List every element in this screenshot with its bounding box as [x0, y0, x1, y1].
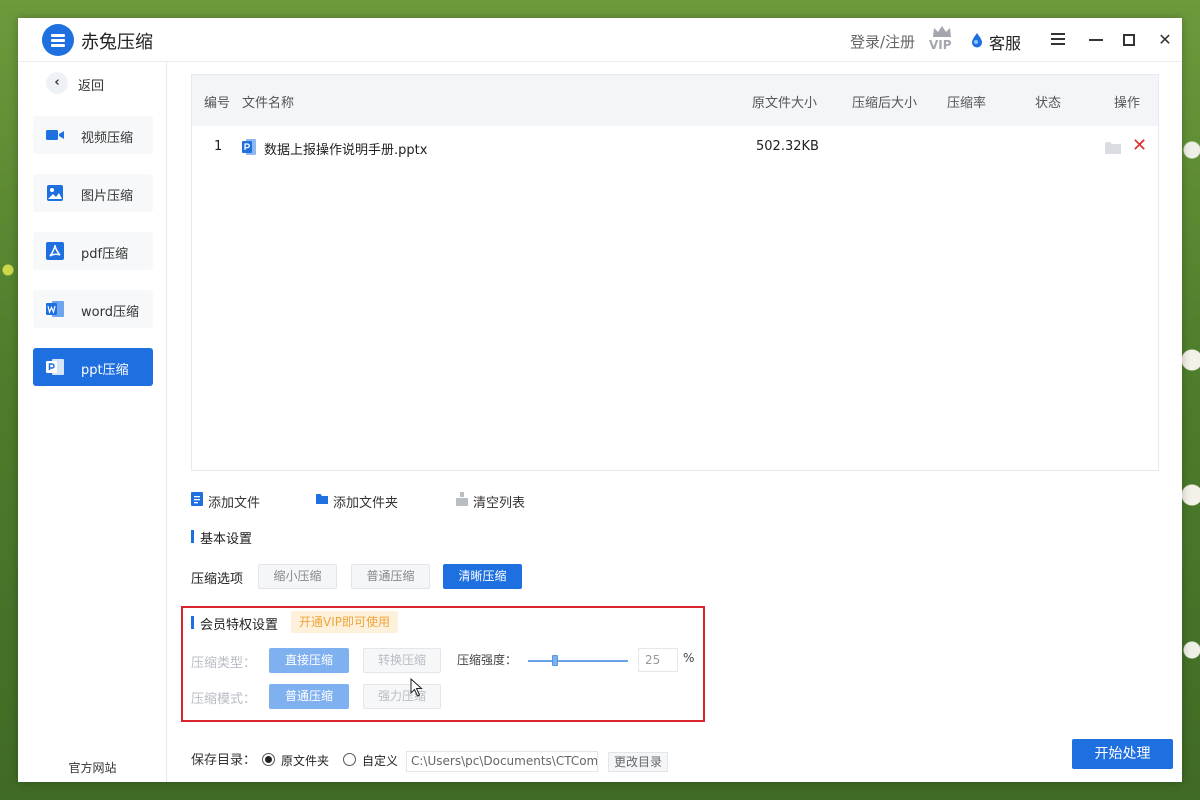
direct-compress-button[interactable]: 直接压缩	[269, 648, 349, 673]
column-header-original-size: 原文件大小	[752, 96, 818, 111]
normal-compress-button[interactable]: 普通压缩	[351, 564, 430, 589]
sidebar: ‹ 返回 视频压缩 图片压缩 pdf压缩 word压缩 ppt压缩 官方网站	[18, 62, 167, 782]
back-label: 返回	[78, 79, 105, 94]
app-logo-icon	[42, 24, 74, 56]
strong-mode-button[interactable]: 强力压缩	[363, 684, 441, 709]
image-icon	[47, 185, 63, 201]
service-drop-icon	[972, 33, 982, 48]
compression-option-label: 压缩选项	[191, 572, 244, 587]
custom-folder-radio[interactable]	[343, 753, 356, 766]
normal-mode-button[interactable]: 普通压缩	[269, 684, 349, 709]
customer-service-link[interactable]: 客服	[989, 30, 1021, 54]
sidebar-item-word[interactable]: word压缩	[33, 290, 153, 328]
column-header-index: 编号	[204, 96, 231, 111]
row-index: 1	[214, 139, 223, 154]
vip-settings-label: 会员特权设置	[200, 618, 279, 633]
strength-input[interactable]: 25	[638, 648, 678, 672]
add-folder-label: 添加文件夹	[333, 496, 399, 511]
row-original-size: 502.32KB	[756, 139, 819, 154]
column-header-actions: 操作	[1114, 96, 1141, 111]
vip-unlock-tag[interactable]: 开通VIP即可使用	[291, 611, 398, 633]
sidebar-item-label: word压缩	[81, 305, 139, 320]
table-header: 编号 文件名称 原文件大小 压缩后大小 压缩率 状态 操作	[192, 75, 1158, 126]
official-website-link[interactable]: 官方网站	[18, 759, 167, 776]
video-icon	[46, 130, 64, 140]
change-directory-button[interactable]: 更改目录	[608, 752, 668, 772]
sidebar-item-pdf[interactable]: pdf压缩	[33, 232, 153, 270]
custom-folder-label: 自定义	[362, 754, 399, 768]
column-header-name: 文件名称	[242, 96, 295, 111]
folder-icon	[316, 494, 328, 504]
section-bar	[191, 616, 194, 629]
vip-badge-label: VIP	[929, 38, 952, 52]
file-list-panel: 编号 文件名称 原文件大小 压缩后大小 压缩率 状态 操作 1 数据上报操作说明…	[191, 74, 1159, 471]
minimize-icon[interactable]	[1086, 30, 1106, 50]
column-header-ratio: 压缩率	[947, 96, 987, 111]
column-header-compressed-size: 压缩后大小	[852, 96, 918, 111]
broom-icon	[456, 492, 468, 506]
shrink-compress-button[interactable]: 缩小压缩	[258, 564, 337, 589]
close-icon[interactable]: ✕	[1155, 30, 1175, 50]
sidebar-item-label: ppt压缩	[81, 363, 129, 378]
column-header-status: 状态	[1035, 96, 1062, 111]
save-directory-label: 保存目录：	[191, 753, 257, 768]
save-path-input[interactable]: C:\Users\pc\Documents\CTCom	[406, 751, 598, 772]
sidebar-item-label: 视频压缩	[81, 131, 134, 146]
chevron-left-icon: ‹	[46, 72, 68, 94]
pdf-icon	[46, 242, 64, 260]
title-bar: 赤兔压缩 登录/注册 VIP 客服 ✕	[18, 18, 1182, 62]
compression-mode-label: 压缩模式：	[191, 692, 257, 707]
mouse-cursor-icon	[410, 678, 423, 697]
open-folder-icon[interactable]	[1105, 141, 1121, 154]
clear-compress-button[interactable]: 清晰压缩	[443, 564, 522, 589]
clear-list-label: 清空列表	[473, 496, 526, 511]
strength-slider-thumb[interactable]	[552, 655, 558, 666]
ppt-icon	[46, 359, 64, 375]
compression-type-label: 压缩类型：	[191, 656, 257, 671]
app-window: 赤兔压缩 登录/注册 VIP 客服 ✕ ‹ 返回 视频压缩 图片压缩 pdf压缩	[18, 18, 1182, 782]
sidebar-item-label: 图片压缩	[81, 189, 134, 204]
sidebar-item-video[interactable]: 视频压缩	[33, 116, 153, 154]
basic-settings-label: 基本设置	[200, 532, 253, 547]
maximize-icon[interactable]	[1119, 30, 1139, 50]
login-register-link[interactable]: 登录/注册	[850, 31, 915, 52]
app-title: 赤兔压缩	[81, 32, 153, 53]
compression-strength-label: 压缩强度：	[457, 653, 518, 667]
sidebar-item-image[interactable]: 图片压缩	[33, 174, 153, 212]
crown-icon	[933, 26, 951, 37]
ppt-file-icon	[242, 139, 256, 155]
original-folder-radio[interactable]	[262, 753, 275, 766]
section-bar	[191, 530, 194, 543]
file-icon	[191, 492, 203, 506]
menu-icon[interactable]	[1048, 30, 1068, 50]
original-folder-label: 原文件夹	[281, 754, 330, 768]
start-processing-button[interactable]: 开始处理	[1072, 739, 1173, 769]
strength-unit: %	[683, 651, 695, 665]
table-row[interactable]: 1 数据上报操作说明手册.pptx 502.32KB ✕	[192, 126, 1158, 168]
vip-crown-icon[interactable]: VIP	[929, 26, 955, 54]
convert-compress-button[interactable]: 转换压缩	[363, 648, 441, 673]
add-file-label: 添加文件	[208, 496, 261, 511]
sidebar-item-label: pdf压缩	[81, 247, 129, 262]
row-file-name: 数据上报操作说明手册.pptx	[264, 143, 428, 158]
word-icon	[46, 301, 64, 317]
strength-slider-track[interactable]	[528, 660, 628, 662]
sidebar-item-ppt[interactable]: ppt压缩	[33, 348, 153, 386]
delete-icon[interactable]: ✕	[1132, 137, 1148, 155]
vip-settings-panel: 会员特权设置 开通VIP即可使用 压缩类型： 直接压缩 转换压缩 压缩强度： 2…	[181, 606, 705, 722]
